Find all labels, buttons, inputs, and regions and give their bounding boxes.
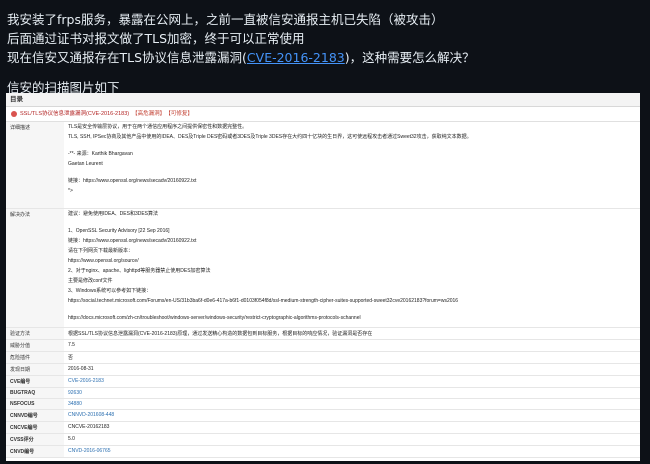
table-row: NSFOCUS 34880 [6,398,640,410]
row-label: BUGTRAQ [6,387,64,399]
row-label: 危险插件 [6,351,64,364]
sol-line: https://docs.microsoft.com/zh-cn/trouble… [68,314,361,321]
vuln-title-row: SSL/TLS协议信息泄露漏洞(CVE-2016-2183) 【高危漏洞】 【可修复… [6,107,640,122]
row-value: CNCVE-20162183 [64,421,640,434]
row-value: 7.5 [64,339,640,352]
post-line-1: 我安装了frps服务，暴露在公网上，之前一直被信安通报主机已失陷（被攻击） [7,12,444,27]
table-row: CNVD编号 CNVD-2016-06765 [6,445,640,458]
row-value[interactable]: CNVD-2016-06765 [64,445,640,458]
table-row: 危险插件否 [6,351,640,364]
table-row: BUGTRAQ 92630 [6,387,640,399]
row-value: 5.0 [64,433,640,446]
post-line-3-suffix: )，这种需要怎么解决？ [344,50,475,65]
row-description: 详细描述 TLS是安全传输层协议，用于在两个通信应用程序之间提供保密性和数据完整… [6,122,640,209]
post-line-3-prefix: 现在信安又通报存在TLS协议信息泄露漏洞( [7,50,247,65]
row-label: CNCVE编号 [6,421,64,434]
desc-line: *> [68,188,73,194]
post-body: 我安装了frps服务，暴露在公网上，之前一直被信安通报主机已失陷（被攻击） 后面… [7,10,643,67]
sol-line [68,221,636,225]
sol-line: 主要是修改conf文件 [68,277,113,284]
table-row: CVSS评分 5.0 [6,433,640,446]
tag-fixable: 【可修复】 [168,111,193,117]
row-value: 2016-08-31 [64,363,640,376]
row-label: CNNVD编号 [6,409,64,422]
sol-line: 3、Windows系统可以参考如下链接： [68,287,152,294]
desc-label: 详细描述 [6,122,64,209]
report-header: 目录 [6,93,640,107]
sol-line: https://social.technet.microsoft.com/For… [68,297,459,304]
scan-report-image[interactable]: 目录 SSL/TLS协议信息泄露漏洞(CVE-2016-2183) 【高危漏洞】【… [6,93,640,461]
sol-line: https://www.openssl.org/source/ [68,257,139,264]
desc-line [68,144,636,148]
desc-line [68,171,636,175]
cve-link[interactable]: CVE-2016-2183 [247,50,345,65]
row-label: CVE编号 [6,375,64,388]
desc-line: TLS是安全传输层协议，用于在两个通信应用程序之间提供保密性和数据完整性。 [68,124,248,130]
tag-high-risk: 【高危漏洞】 [132,111,166,117]
sol-line: 建议：避免使用IDEA、DES和3DES算法 [68,210,159,217]
table-row: CNNVD编号 CNNVD-201608-448 [6,409,640,422]
solution-value: 建议：避免使用IDEA、DES和3DES算法 1、OpenSSL Security… [64,208,640,328]
table-row: CVE编号 CVE-2016-2183 [6,375,640,388]
sol-line [68,308,636,312]
desc-line: -**- 来源：Karthik Bhargavan [68,151,133,157]
post-line-3: 现在信安又通报存在TLS协议信息泄露漏洞(CVE-2016-2183)，这种需要… [7,48,643,67]
desc-line: Gaetan Leurent [68,161,103,167]
verify-label: 验证方法 [6,327,64,340]
desc-line: 链接：https://www.openssl.org/news/secadv/2… [68,178,197,184]
desc-line: TLS, SSH, IPSec协商及其他产品中使用的IDEA、DES及Tripl… [68,134,472,140]
row-value: 否 [64,351,640,364]
row-value[interactable]: 92630 [64,387,640,399]
row-verify: 验证方法 根据SSL/TLS协议信息泄露漏洞(CVE-2016-2183)原理，… [6,327,640,340]
table-row: 威胁分值 7.5 [6,339,640,352]
solution-label: 解决办法 [6,208,64,328]
vuln-detail-table: 详细描述 TLS是安全传输层协议，用于在两个通信应用程序之间提供保密性和数据完整… [6,122,640,458]
row-label: CVSS评分 [6,433,64,446]
table-row: CNCVE编号 CNCVE-20162183 [6,421,640,434]
row-value[interactable]: CVE-2016-2183 [64,375,640,388]
row-label: NSFOCUS [6,398,64,410]
post-line-2: 后面通过证书对报文做了TLS加密，终于可以正常使用 [7,31,305,46]
verify-value: 根据SSL/TLS协议信息泄露漏洞(CVE-2016-2183)原理，通过发送精… [64,327,640,340]
row-label: 发现日期 [6,363,64,376]
table-row: 发现日期 2016-08-31 [6,363,640,376]
row-solution: 解决办法 建议：避免使用IDEA、DES和3DES算法 1、OpenSSL Sec… [6,208,640,328]
high-risk-icon [11,110,17,117]
row-value[interactable]: 34880 [64,398,640,410]
row-label: 威胁分值 [6,339,64,352]
sol-line: 链接：https://www.openssl.org/news/secadv/2… [68,237,197,244]
sol-line: 2、对于nginx、apache、lighttpd等服务器禁止使用DES加密算法 [68,267,211,274]
row-label: CNVD编号 [6,445,64,458]
desc-value: TLS是安全传输层协议，用于在两个通信应用程序之间提供保密性和数据完整性。 TLS… [64,122,640,209]
sol-line: 请在下列网页下载最新版本： [68,247,134,254]
sol-line: 1、OpenSSL Security Advisory [22 Sep 2016… [68,227,170,234]
row-value[interactable]: CNNVD-201608-448 [64,409,640,422]
vuln-title: SSL/TLS协议信息泄露漏洞(CVE-2016-2183) [20,111,130,117]
